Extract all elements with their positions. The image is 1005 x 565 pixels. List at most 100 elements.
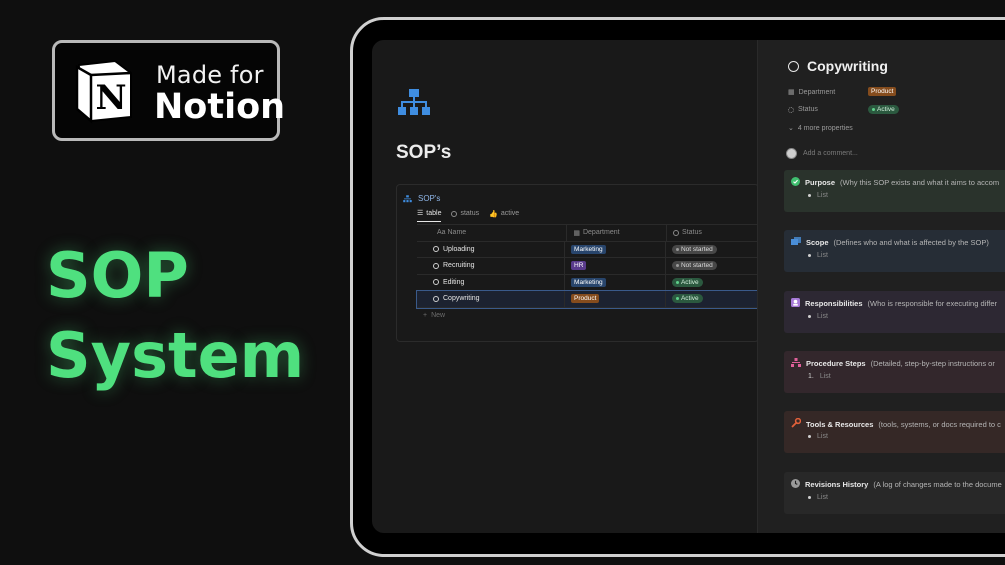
column-header-department[interactable]: ▦ Department	[566, 225, 666, 241]
list-text: List	[817, 433, 828, 440]
clock-icon	[791, 479, 800, 490]
page-circle-icon	[788, 60, 799, 72]
page-circle-icon	[433, 262, 439, 269]
hero-line2: System	[46, 319, 305, 392]
new-row-button[interactable]: + New	[417, 308, 758, 323]
plus-icon: +	[423, 311, 428, 319]
grid-icon: ▦	[788, 89, 795, 96]
status-icon	[673, 229, 680, 236]
list-text: List	[819, 373, 831, 380]
section-callout[interactable]: Scope (Defines who and what is affected b…	[784, 230, 1005, 272]
section-callout[interactable]: Procedure Steps (Detailed, step-by-step i…	[784, 351, 1005, 393]
status-dot	[675, 280, 679, 284]
comment-placeholder: Add a comment...	[803, 150, 858, 157]
section-list-item[interactable]: List	[808, 252, 828, 259]
check-circle-icon	[791, 177, 800, 188]
badge-line1: Made for	[156, 61, 264, 89]
view-tabs: ☰ table status 👍 active	[417, 209, 519, 222]
notion-logo-icon: N	[75, 59, 132, 124]
section-list-item[interactable]: List	[808, 433, 828, 440]
status-pill: Active	[868, 105, 899, 114]
hero-title: SOP System	[46, 236, 304, 396]
list-text: List	[817, 252, 828, 259]
status-icon	[788, 106, 794, 113]
section-list-item[interactable]: 1. List	[808, 373, 831, 380]
section-heading: Revisions History (A log of changes made …	[791, 479, 1002, 490]
section-callout[interactable]: Responsibilities (Who is responsible for …	[784, 291, 1005, 333]
section-heading: Tools & Resources (tools, systems, or doc…	[791, 417, 1001, 430]
section-heading: Scope (Defines who and what is affected b…	[791, 237, 989, 248]
status-pill: Not started	[671, 261, 717, 271]
tab-table[interactable]: ☰ table	[417, 209, 442, 222]
section-description: (Why this SOP exists and what it aims to…	[840, 178, 1000, 187]
table-row[interactable]: Uploading Marketing Not started	[417, 241, 758, 258]
grid-icon: ▦	[573, 229, 580, 237]
status-pill: Active	[671, 277, 703, 287]
hero-line1: SOP	[46, 239, 189, 312]
page-circle-icon	[433, 246, 439, 253]
department-tag: HR	[571, 261, 587, 271]
property-label: Status	[798, 106, 818, 113]
tab-status[interactable]: status	[451, 209, 479, 222]
list-marker	[808, 496, 811, 499]
table-row[interactable]: Editing Marketing Active	[417, 274, 758, 291]
department-tag: Marketing	[571, 244, 606, 254]
comment-input[interactable]: Add a comment...	[786, 148, 858, 159]
database-title[interactable]: SOP's	[403, 194, 440, 203]
thumbs-up-icon: 👍	[489, 210, 498, 218]
svg-text:N: N	[95, 78, 126, 118]
status-dot	[675, 247, 679, 251]
property-label: Department	[798, 88, 836, 96]
section-title: Purpose	[805, 178, 836, 187]
section-heading: Procedure Steps (Detailed, step-by-step i…	[791, 358, 995, 369]
property-status[interactable]: Status	[788, 106, 818, 113]
column-header-name[interactable]: Aa Name	[417, 229, 566, 236]
row-name[interactable]: Editing	[443, 279, 464, 286]
section-title: Tools & Resources	[806, 419, 874, 429]
section-list-item[interactable]: List	[808, 313, 828, 320]
more-properties-label: 4 more properties	[797, 124, 853, 132]
column-label: Status	[682, 229, 702, 237]
property-department-value[interactable]: Product	[868, 87, 897, 96]
section-description: (Who is responsible for executing differ	[867, 299, 998, 308]
section-callout[interactable]: Revisions History (A log of changes made …	[784, 472, 1005, 514]
person-badge-icon	[791, 298, 800, 309]
folders-icon	[791, 237, 801, 248]
row-name[interactable]: Recruiting	[443, 262, 475, 269]
new-label: New	[431, 311, 446, 319]
tab-active[interactable]: 👍 active	[489, 209, 519, 222]
side-title-text: Copywriting	[807, 58, 888, 74]
more-properties-toggle[interactable]: ⌄ 4 more properties	[788, 124, 853, 133]
list-marker	[808, 435, 811, 438]
section-description: (tools, systems, or docs required to c	[878, 419, 1001, 429]
status-dot	[675, 297, 679, 301]
table-header: Aa Name ▦ Department Status	[417, 224, 758, 242]
status-text: Active	[877, 106, 895, 113]
section-callout[interactable]: Purpose (Why this SOP exists and what it …	[784, 170, 1005, 212]
table-row-selected[interactable]: Copywriting Product Active	[416, 290, 759, 309]
page-circle-icon	[433, 295, 439, 302]
notion-screen: SOP’s SOP's ☰ table status 👍 active Aa N…	[372, 40, 1005, 533]
list-marker: 1.	[808, 373, 814, 380]
database-name: SOP's	[418, 194, 441, 203]
department-tag: Product	[868, 87, 897, 96]
section-callout[interactable]: Tools & Resources (tools, systems, or doc…	[784, 411, 1005, 453]
column-header-status[interactable]: Status	[666, 225, 758, 241]
status-circle-icon	[451, 210, 458, 217]
property-department[interactable]: ▦ Department	[788, 88, 836, 97]
row-name[interactable]: Uploading	[443, 246, 475, 253]
section-list-item[interactable]: List	[808, 192, 828, 199]
table-icon: ☰	[417, 210, 424, 217]
table-row[interactable]: Recruiting HR Not started	[417, 258, 758, 275]
list-text: List	[817, 313, 828, 320]
side-title: Copywriting	[788, 58, 888, 74]
tab-label: table	[426, 209, 442, 217]
badge-line2: Notion	[154, 87, 286, 127]
section-list-item[interactable]: List	[808, 494, 828, 501]
property-status-value[interactable]: Active	[868, 105, 899, 114]
status-text: Not started	[680, 245, 713, 253]
list-marker	[808, 194, 811, 197]
row-name[interactable]: Copywriting	[443, 295, 480, 302]
status-pill: Active	[671, 294, 703, 304]
department-tag: Marketing	[571, 277, 606, 287]
